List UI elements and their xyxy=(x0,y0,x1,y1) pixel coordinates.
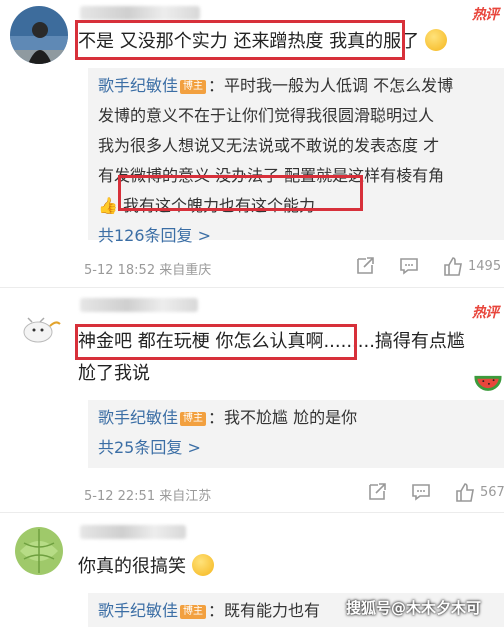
divider xyxy=(0,287,504,288)
comment-text-line: 不是 又没那个实力 还来蹭热度 我真的服了 xyxy=(78,31,420,52)
tongue-emoji-icon xyxy=(191,554,214,576)
comment-text-line: 神金吧 都在玩梗 你怎么认真啊.........搞得有点尴 xyxy=(78,331,465,352)
reply-line: 歌手纪敏佳 博主 ：我不尬尴 尬的是你 xyxy=(98,408,358,427)
reply-line: 我为很多人想说又无法说或不敢说的发表态度 才 xyxy=(98,136,440,155)
reply-line: 歌手纪敏佳 博主 ：平时我一般为人低调 不怎么发博 xyxy=(98,76,454,95)
user-avatar[interactable] xyxy=(10,521,68,579)
comment-2: 热评 神金吧 都在玩梗 你怎么认真啊.........搞得有点尴 尬了我说 歌手… xyxy=(0,290,504,505)
comment-time: 5-12 18:52 来自重庆 xyxy=(84,263,212,278)
hot-comment-badge: 热评 xyxy=(472,305,499,321)
view-replies-link[interactable]: 共25条回复 > xyxy=(88,433,504,463)
comment-icon[interactable] xyxy=(398,255,420,277)
comment-text-line: 你真的很搞笑 xyxy=(78,556,186,577)
comment-icon[interactable] xyxy=(410,481,432,503)
reply-line: 发博的意义不在于让你们觉得我很圆滑聪明过人 xyxy=(98,106,435,125)
comment-text: 你真的很搞笑 xyxy=(78,551,492,583)
comment-text: 不是 又没那个实力 还来蹭热度 我真的服了 xyxy=(78,26,492,58)
blogger-badge: 博主 xyxy=(180,80,207,94)
like-count: 567 xyxy=(480,485,504,500)
sweat-emoji-icon xyxy=(424,29,447,51)
watermelon-emoji-icon xyxy=(474,375,502,391)
view-replies-link[interactable]: 共126条回复 > xyxy=(88,221,504,251)
reply-author-link[interactable]: 歌手纪敏佳 xyxy=(98,601,178,620)
like-icon[interactable] xyxy=(454,481,476,503)
watermark: 搜狐号@木木夕木可 xyxy=(346,599,482,617)
thumbs-up-emoji-icon: 👍 xyxy=(98,196,118,215)
user-avatar[interactable] xyxy=(10,296,68,354)
reply-author-link[interactable]: 歌手纪敏佳 xyxy=(98,76,178,95)
like-icon[interactable] xyxy=(442,255,464,277)
username-blurred[interactable] xyxy=(80,525,186,539)
blogger-badge: 博主 xyxy=(180,412,207,426)
reply-author-link[interactable]: 歌手纪敏佳 xyxy=(98,408,178,427)
reply-box[interactable]: 歌手纪敏佳 博主 ：我不尬尴 尬的是你 共25条回复 > xyxy=(88,400,504,468)
comment-meta: 5-12 18:52 来自重庆 1495 xyxy=(84,252,504,282)
user-avatar[interactable] xyxy=(10,6,68,64)
blogger-badge: 博主 xyxy=(180,605,207,619)
comment-meta: 5-12 22:51 来自江苏 567 xyxy=(84,478,504,508)
share-icon[interactable] xyxy=(354,255,376,277)
reply-box[interactable]: 歌手纪敏佳 博主 ：平时我一般为人低调 不怎么发博 发博的意义不在于让你们觉得我很圆… xyxy=(88,68,504,245)
comment-time: 5-12 22:51 来自江苏 xyxy=(84,489,212,504)
comment-text-line: 尬了我说 xyxy=(78,363,150,384)
username-blurred[interactable] xyxy=(80,6,200,20)
divider xyxy=(0,512,504,513)
hot-comment-badge: 热评 xyxy=(472,7,499,23)
comment-1: 热评 不是 又没那个实力 还来蹭热度 我真的服了 歌手纪敏佳 博主 ：平时我一般为人… xyxy=(0,0,504,285)
reply-line: 有发微博的意义 没办法了 配置就是这样有棱有角 xyxy=(98,166,445,185)
like-count: 1495 xyxy=(468,259,502,274)
username-blurred[interactable] xyxy=(80,298,198,312)
reply-line: 👍 我有这个魄力也有这个能力 xyxy=(98,196,316,215)
share-icon[interactable] xyxy=(366,481,388,503)
comment-text: 神金吧 都在玩梗 你怎么认真啊.........搞得有点尴 尬了我说 xyxy=(78,326,492,390)
